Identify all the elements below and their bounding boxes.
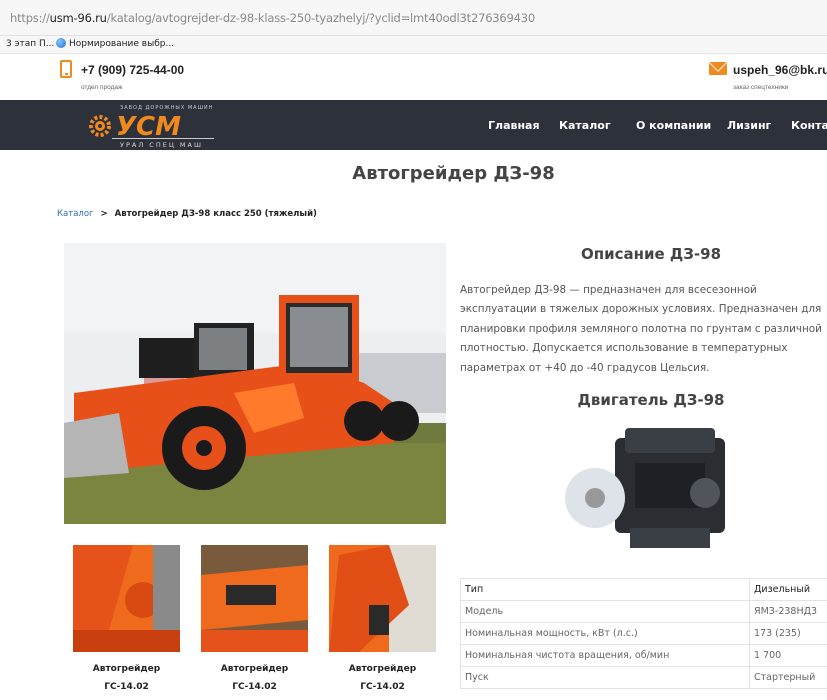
breadcrumb-separator: > bbox=[100, 209, 108, 219]
gear-icon bbox=[89, 115, 111, 137]
engine-heading: Двигатель ДЗ-98 bbox=[577, 391, 725, 409]
breadcrumb-link-catalog[interactable]: Каталог bbox=[57, 209, 94, 219]
engine-image[interactable] bbox=[555, 418, 750, 568]
phone-caption: отдел продаж bbox=[81, 84, 123, 91]
table-row: Пуск Стартерный bbox=[460, 666, 827, 689]
email-caption: заказ спецтехники bbox=[733, 84, 789, 91]
breadcrumb-current: Автогрейдер ДЗ-98 класс 250 (тяжелый) bbox=[114, 209, 317, 219]
specifications-table: Тип Дизельный Модель ЯМЗ-238НД3 Номинальна… bbox=[460, 578, 827, 689]
product-thumbnail[interactable] bbox=[329, 545, 436, 652]
nav-item-home[interactable]: Главная bbox=[488, 119, 540, 132]
globe-icon bbox=[56, 38, 66, 48]
product-thumbnail[interactable] bbox=[201, 545, 308, 652]
product-thumbnail[interactable] bbox=[73, 545, 180, 652]
breadcrumb: Каталог > Автогрейдер ДЗ-98 класс 250 (тяж… bbox=[57, 209, 317, 219]
url-text[interactable]: https://usm-96.ru/katalog/avtogrejder-dz… bbox=[10, 11, 535, 25]
contact-strip: +7 (909) 725-44-00 отдел продаж uspeh_96… bbox=[0, 54, 827, 100]
table-row: Модель ЯМЗ-238НД3 bbox=[460, 600, 827, 623]
logo-top-text: ЗАВОД ДОРОЖНЫХ МАШИН bbox=[120, 105, 213, 111]
mail-icon bbox=[709, 62, 727, 75]
phone-number[interactable]: +7 (909) 725-44-00 bbox=[81, 63, 184, 77]
thumbnail-caption: Автогрейдер ГС-14.02 bbox=[220, 664, 289, 692]
table-row: Тип Дизельный bbox=[460, 578, 827, 601]
logo-main-text: УСМ bbox=[116, 112, 181, 142]
product-main-image[interactable] bbox=[64, 243, 446, 524]
nav-item-about[interactable]: О компании bbox=[636, 119, 711, 132]
bookmark-item[interactable]: Нормирование выбр... bbox=[56, 38, 174, 49]
table-row: Номинальная мощность, кВт (л.с.) 173 (235… bbox=[460, 622, 827, 645]
page-title: Автогрейдер ДЗ-98 bbox=[352, 163, 555, 184]
thumbnail-caption: Автогрейдер ГС-14.02 bbox=[348, 664, 417, 692]
bookmarks-bar: 3 этап П... Нормирование выбр... bbox=[0, 36, 827, 54]
nav-item-contacts[interactable]: Контакты bbox=[791, 119, 827, 132]
description-text: Автогрейдер ДЗ-98 — предназначен для все… bbox=[460, 284, 822, 374]
email-link[interactable]: uspeh_96@bk.ru bbox=[733, 63, 827, 77]
thumbnail-caption: Автогрейдер ГС-14.02 bbox=[92, 664, 161, 692]
logo-bottom-text: УРАЛ СПЕЦ МАШ bbox=[120, 141, 203, 149]
phone-icon bbox=[60, 60, 72, 78]
nav-item-leasing[interactable]: Лизинг bbox=[727, 119, 771, 132]
bookmark-item[interactable]: 3 этап П... bbox=[6, 39, 54, 49]
company-logo[interactable]: ЗАВОД ДОРОЖНЫХ МАШИН УСМ УРАЛ СПЕЦ МАШ bbox=[82, 101, 222, 149]
address-bar[interactable]: https://usm-96.ru/katalog/avtogrejder-dz… bbox=[0, 0, 827, 36]
nav-item-catalog[interactable]: Каталог bbox=[559, 119, 611, 132]
table-row: Номинальная чистота вращения, об/мин 1 70… bbox=[460, 644, 827, 667]
description-heading: Описание ДЗ-98 bbox=[580, 245, 722, 263]
